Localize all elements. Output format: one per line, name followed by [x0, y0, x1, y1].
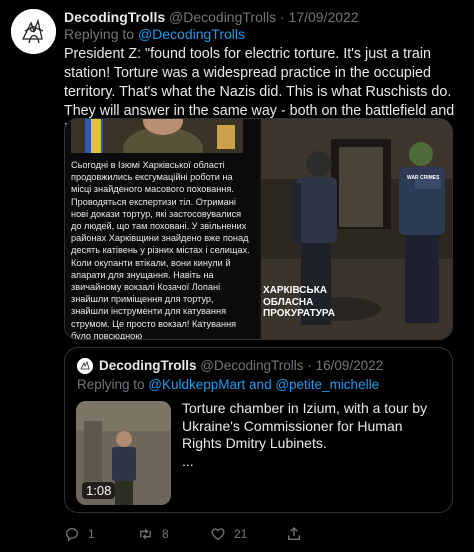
like-button[interactable]: 21: [210, 526, 247, 542]
avatar[interactable]: [11, 9, 56, 54]
media-overlay-text: ХАРКІВСЬКА ОБЛАСНА ПРОКУРАТУРА: [263, 285, 335, 319]
share-icon: [288, 527, 300, 540]
video-duration: 1:08: [82, 482, 116, 499]
replying-to: Replying to @DecodingTrolls: [64, 26, 245, 42]
quote-separator: ·: [307, 358, 312, 373]
display-name[interactable]: DecodingTrolls: [64, 9, 165, 25]
avatar-image: [11, 9, 56, 54]
retweet-count: 8: [162, 527, 169, 541]
reply-icon: [65, 527, 79, 542]
quote-replying-to: Replying to @KuldkeppMart and @petite_mi…: [77, 377, 379, 392]
quote-handle: @DecodingTrolls: [200, 358, 304, 373]
quote-text: Torture chamber in Izium, with a tour by…: [182, 400, 428, 469]
quote-timestamp: 16/09/2022: [315, 358, 384, 373]
timestamp[interactable]: 17/09/2022: [289, 9, 359, 25]
quote-replying-link-1[interactable]: @KuldkeppMart: [148, 377, 245, 392]
quote-replying-and: and: [245, 377, 276, 392]
tweet-actions: 1 8 21: [64, 526, 444, 546]
quoted-tweet[interactable]: DecodingTrolls @DecodingTrolls · 16/09/2…: [64, 347, 453, 513]
quote-replying-link-2[interactable]: @petite_michelle: [275, 377, 379, 392]
handle[interactable]: @DecodingTrolls: [169, 9, 276, 25]
quote-header: DecodingTrolls @DecodingTrolls · 16/09/2…: [99, 358, 383, 373]
retweet-button[interactable]: 8: [137, 526, 169, 542]
replying-to-prefix: Replying to: [64, 26, 138, 42]
separator: ·: [279, 9, 285, 25]
video-still: [71, 119, 243, 153]
media-image-left[interactable]: Сьогодні в Ізюмі Харківської області про…: [65, 119, 259, 340]
like-icon: [211, 528, 225, 541]
reply-button[interactable]: 1: [64, 526, 95, 542]
retweet-icon: [140, 528, 151, 540]
quote-avatar: [77, 358, 93, 374]
vest-label: WAR CRIMES: [407, 175, 440, 181]
reply-count: 1: [88, 527, 95, 541]
media-image-right[interactable]: WAR CRIMES ХАРКІВСЬКА ОБЛАСНА ПРОКУРАТУР…: [261, 119, 452, 339]
replying-to-link[interactable]: @DecodingTrolls: [138, 26, 245, 42]
media-caption-ukrainian: Сьогодні в Ізюмі Харківської області про…: [71, 160, 250, 340]
quote-video-thumbnail[interactable]: 1:08: [76, 401, 171, 505]
tweet-media[interactable]: Сьогодні в Ізюмі Харківської області про…: [64, 118, 453, 340]
quote-replying-prefix: Replying to: [77, 377, 149, 392]
like-count: 21: [234, 527, 248, 541]
share-button[interactable]: [286, 526, 302, 542]
tweet-header: DecodingTrolls @DecodingTrolls · 17/09/2…: [64, 9, 359, 25]
quote-display-name: DecodingTrolls: [99, 358, 197, 373]
